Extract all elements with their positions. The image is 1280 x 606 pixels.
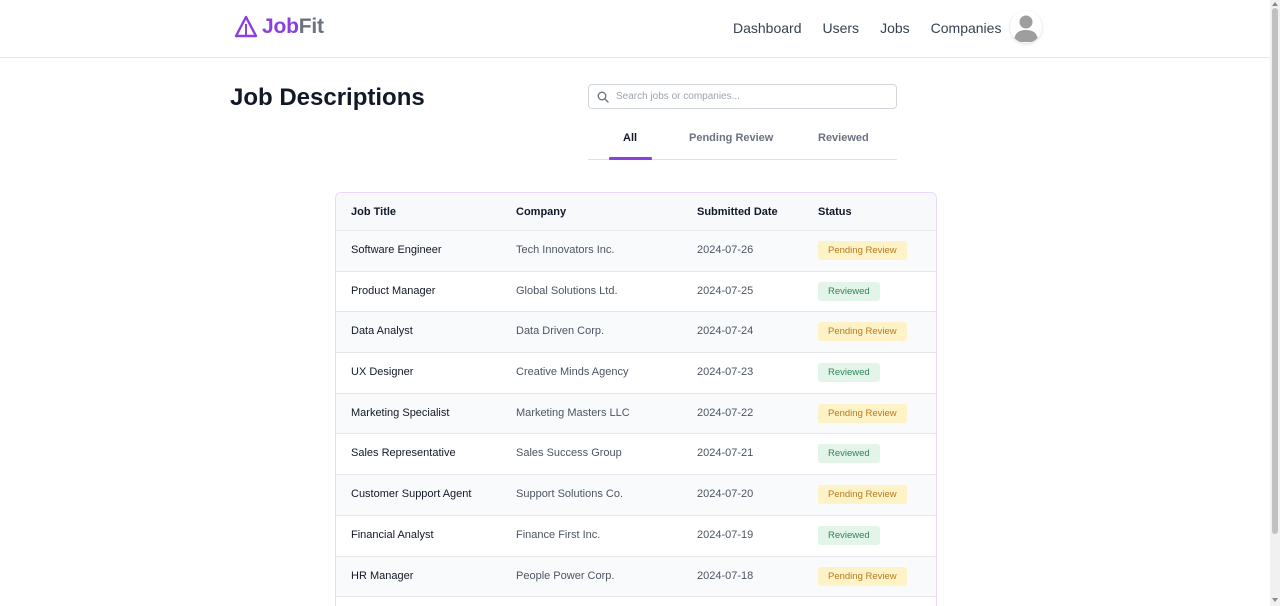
company-cell: Support Solutions Co. <box>516 488 624 501</box>
active-tab-indicator <box>609 157 652 160</box>
logo-triangle-icon <box>234 15 258 38</box>
search-input[interactable] <box>616 91 886 102</box>
table-header: Job Title Company Submitted Date Status <box>336 193 936 231</box>
nav-companies[interactable]: Companies <box>931 20 1002 36</box>
tab-pending-review[interactable]: Pending Review <box>689 132 773 144</box>
company-cell: Sales Success Group <box>516 447 622 460</box>
table-row[interactable]: Software Engineer Tech Innovators Inc. 202… <box>336 231 936 272</box>
company-cell: Creative Minds Agency <box>516 366 629 379</box>
status-badge: Pending Review <box>818 322 907 342</box>
submitted-date-cell: 2024-07-20 <box>697 488 754 501</box>
brand-logo[interactable]: JobFit <box>234 15 324 39</box>
tab-reviewed[interactable]: Reviewed <box>818 132 869 144</box>
status-badge: Reviewed <box>818 363 880 383</box>
job-title-cell[interactable]: HR Manager <box>351 570 413 582</box>
status-badge: Reviewed <box>818 444 880 464</box>
table-row[interactable]: UX Designer Creative Minds Agency 2024-07-… <box>336 353 936 394</box>
scrollbar-thumb[interactable] <box>1272 8 1278 534</box>
page-scrollbar[interactable] <box>1270 0 1280 606</box>
column-header-submitted-date[interactable]: Submitted Date <box>697 206 778 218</box>
company-cell: Finance First Inc. <box>516 528 601 541</box>
nav-jobs[interactable]: Jobs <box>880 20 910 36</box>
job-table: Job Title Company Submitted Date Status … <box>335 192 937 606</box>
table-row[interactable]: Marketing Specialist Marketing Masters LL… <box>336 393 936 435</box>
status-badge: Reviewed <box>818 525 880 545</box>
submitted-date-cell: 2024-07-19 <box>697 528 754 541</box>
user-avatar-button[interactable] <box>1010 11 1042 43</box>
status-badge: Pending Review <box>818 566 907 586</box>
status-badge: Pending Review <box>818 403 907 423</box>
submitted-date-cell: 2024-07-24 <box>697 325 754 338</box>
job-title-cell[interactable]: Data Analyst <box>351 325 413 337</box>
job-title-cell[interactable]: Financial Analyst <box>351 529 434 541</box>
main-nav: Dashboard Users Jobs Companies <box>733 20 1001 36</box>
job-title-cell[interactable]: Product Manager <box>351 285 435 297</box>
scroll-up-icon[interactable] <box>1272 2 1278 6</box>
user-avatar-icon <box>1014 15 1038 42</box>
top-navbar: JobFit Dashboard Users Jobs Companies <box>0 0 1270 58</box>
column-header-company[interactable]: Company <box>516 206 566 218</box>
search-box[interactable] <box>588 84 897 109</box>
nav-dashboard[interactable]: Dashboard <box>733 20 802 36</box>
company-cell: Tech Innovators Inc. <box>516 244 615 256</box>
company-cell: People Power Corp. <box>516 569 615 582</box>
column-header-job-title[interactable]: Job Title <box>351 206 396 218</box>
job-title-cell[interactable]: UX Designer <box>351 366 413 378</box>
nav-users[interactable]: Users <box>823 20 860 36</box>
tab-all[interactable]: All <box>623 132 637 144</box>
company-cell: Data Driven Corp. <box>516 325 605 338</box>
submitted-date-cell: 2024-07-22 <box>697 406 754 419</box>
table-row[interactable]: Data Analyst Data Driven Corp. 2024-07-24 P… <box>336 312 936 354</box>
job-title-cell[interactable]: Sales Representative <box>351 447 456 459</box>
submitted-date-cell: 2024-07-18 <box>697 569 754 582</box>
job-title-cell[interactable]: Software Engineer <box>351 244 442 256</box>
brand-name-fit: Fit <box>298 15 324 38</box>
table-row[interactable]: Customer Support Agent Support Solutions … <box>336 475 936 516</box>
table-row[interactable]: Product Manager Global Solutions Ltd. 2024… <box>336 272 936 313</box>
status-badge: Pending Review <box>818 485 907 505</box>
brand-name: JobFit <box>262 15 324 39</box>
table-row[interactable]: HR Manager People Power Corp. 2024-07-18 Pe… <box>336 556 936 598</box>
job-title-cell[interactable]: Marketing Specialist <box>351 407 449 419</box>
scroll-down-icon[interactable] <box>1272 598 1278 602</box>
status-badge: Reviewed <box>818 281 880 301</box>
submitted-date-cell: 2024-07-26 <box>697 244 754 256</box>
submitted-date-cell: 2024-07-23 <box>697 366 754 379</box>
table-row[interactable]: Sales Representative Sales Success Group 2… <box>336 434 936 476</box>
company-cell: Global Solutions Ltd. <box>516 284 618 297</box>
table-row[interactable]: Financial Analyst Finance First Inc. 2024-… <box>336 516 936 557</box>
table-body: Software Engineer Tech Innovators Inc. 202… <box>336 231 936 598</box>
status-tabs: All Pending Review Reviewed <box>588 122 897 160</box>
status-badge: Pending Review <box>818 241 907 260</box>
job-title-cell[interactable]: Customer Support Agent <box>351 488 471 500</box>
brand-name-job: Job <box>262 15 299 38</box>
submitted-date-cell: 2024-07-21 <box>697 447 754 460</box>
submitted-date-cell: 2024-07-25 <box>697 284 754 297</box>
page-title: Job Descriptions <box>230 84 425 111</box>
column-header-status[interactable]: Status <box>818 206 852 218</box>
company-cell: Marketing Masters LLC <box>516 406 630 419</box>
search-icon <box>597 91 609 103</box>
